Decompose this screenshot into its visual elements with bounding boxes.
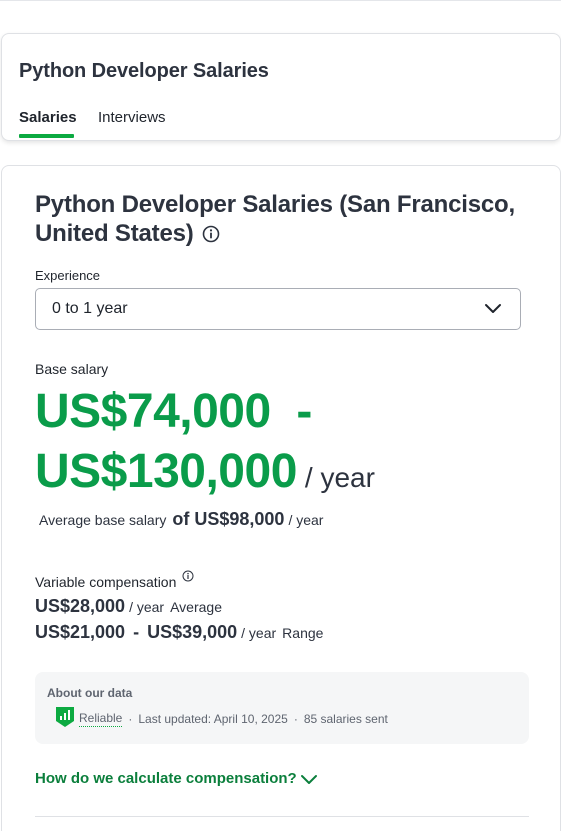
base-salary-range-low-line: US$74,000 - xyxy=(35,384,312,440)
about-data-title: About our data xyxy=(47,686,133,700)
average-base-label: Average base salary xyxy=(39,512,167,528)
how-we-calculate-text: How do we calculate compensation? xyxy=(35,770,297,787)
section-divider xyxy=(35,816,529,817)
reliability-label[interactable]: Reliable xyxy=(79,711,123,727)
base-salary-dash: - xyxy=(296,385,312,438)
variable-range-per: / year xyxy=(241,625,277,641)
average-base-salary: Average base salary of US$98,000/ year xyxy=(39,509,323,530)
experience-label: Experience xyxy=(35,268,101,283)
experience-select[interactable]: 0 to 1 year xyxy=(35,288,521,330)
how-we-calculate-link[interactable]: How do we calculate compensation? xyxy=(35,770,318,787)
salary-heading-text: Python Developer Salaries (San Francisco… xyxy=(35,191,515,247)
chevron-down-icon xyxy=(300,775,317,784)
variable-average-row: US$28,000/ year Average xyxy=(35,596,222,617)
reliable-badge-icon xyxy=(55,706,75,731)
average-base-per: / year xyxy=(288,512,324,528)
variable-compensation-text: Variable compensation xyxy=(35,574,177,590)
about-data-box: About our data Reliable · Last updated: … xyxy=(35,672,529,744)
base-salary-per: / year xyxy=(304,462,375,493)
base-salary-low: US$74,000 xyxy=(35,385,271,438)
variable-average-tag: Average xyxy=(170,599,222,615)
variable-range-low: US$21,000 xyxy=(35,622,126,642)
variable-average-per: / year xyxy=(129,599,165,615)
variable-compensation-label: Variable compensation xyxy=(35,569,194,590)
info-icon[interactable] xyxy=(182,569,194,585)
average-base-value: of US$98,000 xyxy=(172,509,285,529)
experience-selected-value: 0 to 1 year xyxy=(52,300,128,317)
salary-heading: Python Developer Salaries (San Francisco… xyxy=(35,190,535,250)
variable-range-tag: Range xyxy=(282,625,324,641)
base-salary-label: Base salary xyxy=(35,361,109,377)
tab-interviews[interactable]: Interviews xyxy=(98,109,166,126)
chevron-down-icon xyxy=(484,302,502,321)
variable-average-value: US$28,000 xyxy=(35,596,126,616)
salary-card: Python Developer Salaries (San Francisco… xyxy=(1,165,561,831)
variable-range-row: US$21,000- US$39,000/ year Range xyxy=(35,622,323,643)
salary-count: 85 salaries sent xyxy=(303,711,388,726)
about-data-details: Reliable · Last updated: April 10, 2025 … xyxy=(55,706,388,731)
variable-range-dash: - xyxy=(133,622,140,642)
last-updated: Last updated: April 10, 2025 xyxy=(138,711,288,726)
base-salary-range-high-line: US$130,000/ year xyxy=(35,444,375,506)
separator-dot: · xyxy=(128,711,133,726)
active-tab-indicator xyxy=(19,134,74,138)
info-icon[interactable] xyxy=(202,221,220,250)
base-salary-high: US$130,000 xyxy=(35,445,297,498)
tab-salaries[interactable]: Salaries xyxy=(19,109,77,126)
header-card: Python Developer Salaries Salaries Inter… xyxy=(1,33,561,141)
variable-range-high: US$39,000 xyxy=(147,622,238,642)
page-title: Python Developer Salaries xyxy=(19,60,269,82)
separator-dot: · xyxy=(293,711,298,726)
top-divider xyxy=(0,0,561,1)
